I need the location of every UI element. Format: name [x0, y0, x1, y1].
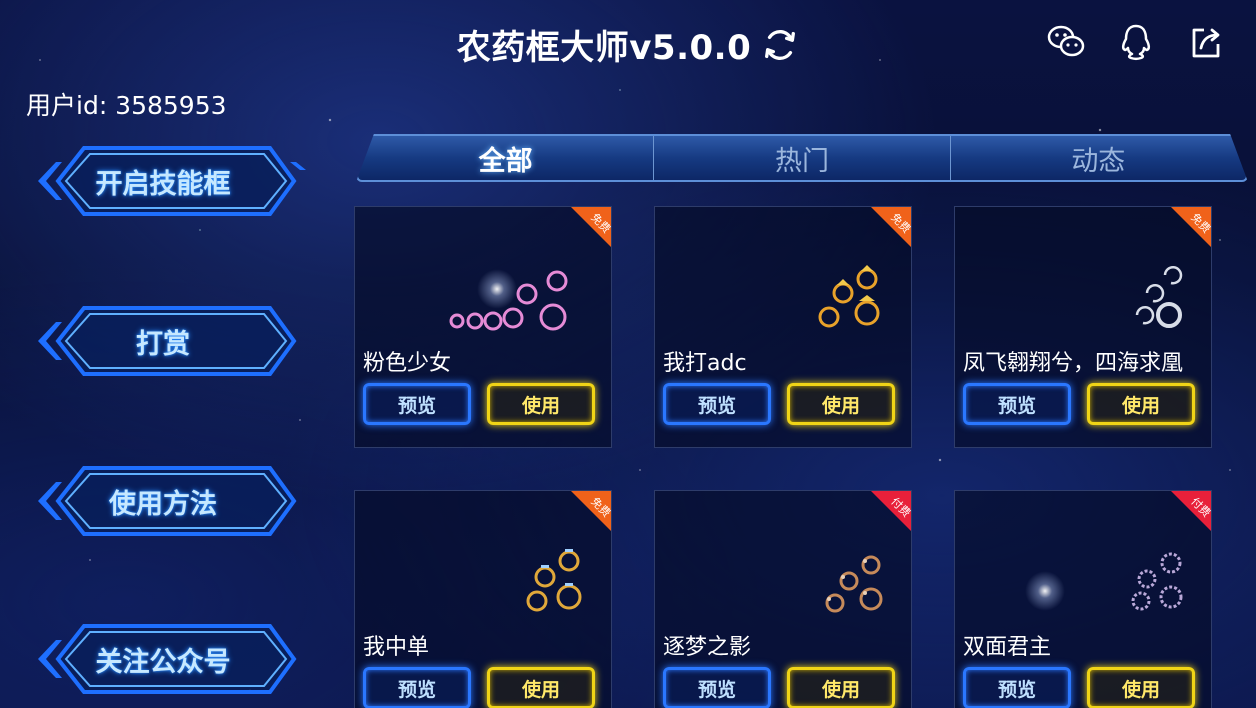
skin-card: 免费 凤飞翱翔兮，四海求凰 预览 使用: [954, 206, 1212, 448]
sidebar-item-open-skill-frame[interactable]: 开启技能框: [38, 140, 306, 222]
skin-name: 双面君主: [963, 635, 1052, 660]
price-badge: 付费: [1171, 491, 1211, 531]
refresh-icon[interactable]: [761, 26, 799, 64]
skill-frame-preview-image: [526, 549, 582, 612]
wechat-icon[interactable]: [1046, 22, 1086, 62]
sidebar-item-label: 开启技能框: [95, 168, 231, 200]
share-icon[interactable]: [1186, 22, 1226, 62]
skill-frame-preview-image: [449, 270, 568, 331]
app-title: 农药框大师v5.0.0: [456, 28, 752, 68]
skill-frame-preview-image: [1135, 266, 1183, 328]
skin-name: 凤飞翱翔兮，四海求凰: [963, 351, 1184, 376]
preview-button[interactable]: 预览: [663, 667, 771, 708]
preview-button[interactable]: 预览: [663, 383, 771, 425]
preview-button[interactable]: 预览: [963, 383, 1071, 425]
sidebar-item-label: 使用方法: [109, 488, 217, 520]
price-badge: 免费: [1171, 207, 1211, 247]
skill-frame-preview-image: [818, 265, 880, 328]
sidebar-item-donate[interactable]: 打赏: [38, 300, 306, 382]
skin-card: 付费 逐梦之影 预览 使用: [654, 490, 912, 708]
price-badge: 免费: [871, 207, 911, 247]
tab-dynamic[interactable]: 动态: [951, 136, 1246, 180]
price-badge: 付费: [871, 491, 911, 531]
skin-name: 粉色少女: [363, 351, 452, 376]
use-button[interactable]: 使用: [787, 667, 895, 708]
tab-all[interactable]: 全部: [358, 136, 655, 180]
sidebar-item-follow-account[interactable]: 关注公众号: [38, 618, 306, 700]
skin-name: 我打adc: [663, 351, 747, 376]
use-button[interactable]: 使用: [1087, 667, 1195, 708]
tab-hot[interactable]: 热门: [654, 136, 951, 180]
top-right-actions: [1046, 22, 1226, 62]
use-button[interactable]: 使用: [787, 383, 895, 425]
use-button[interactable]: 使用: [487, 667, 595, 708]
price-badge: 免费: [571, 491, 611, 531]
skin-card: 付费 双面君主 预览 使用: [954, 490, 1212, 708]
use-button[interactable]: 使用: [487, 383, 595, 425]
price-badge: 免费: [571, 207, 611, 247]
sidebar-item-label: 关注公众号: [95, 646, 231, 678]
category-tabs: 全部 热门 动态: [356, 134, 1248, 182]
preview-button[interactable]: 预览: [363, 667, 471, 708]
sidebar-item-label: 打赏: [136, 328, 190, 360]
skin-card: 免费 我中单 预览 使用: [354, 490, 612, 708]
skin-name: 逐梦之影: [663, 635, 752, 660]
sidebar-item-usage[interactable]: 使用方法: [38, 460, 306, 542]
preview-button[interactable]: 预览: [963, 667, 1071, 708]
user-id-label: 用户id: 3585953: [26, 91, 227, 120]
skill-frame-preview-image: [1131, 552, 1183, 611]
preview-button[interactable]: 预览: [363, 383, 471, 425]
skin-name: 我中单: [363, 635, 430, 660]
qq-icon[interactable]: [1116, 22, 1156, 62]
skin-card: 免费 我打adc 预览 使用: [654, 206, 912, 448]
use-button[interactable]: 使用: [1087, 383, 1195, 425]
skill-frame-preview-image: [825, 555, 883, 613]
skin-card: 免费 粉色少女 预览 使用: [354, 206, 612, 448]
